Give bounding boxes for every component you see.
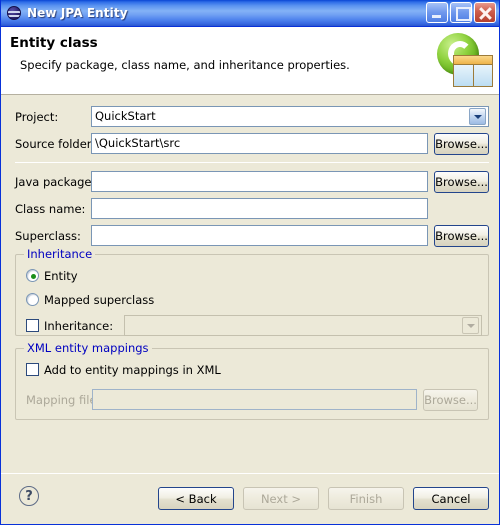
java-package-row: Java package: Browse... — [15, 170, 489, 193]
mapping-file-row: Mapping file: Browse... — [26, 388, 478, 411]
page-subtitle: Specify package, class name, and inherit… — [20, 58, 350, 72]
entity-radio-row[interactable]: Entity — [26, 267, 78, 284]
inheritance-check-row: Inheritance: — [26, 315, 483, 336]
section-divider — [15, 162, 489, 163]
java-package-label: Java package: — [15, 174, 96, 189]
entity-radio-label: Entity — [44, 268, 78, 283]
wizard-header: Entity class Specify package, class name… — [1, 27, 499, 95]
source-folder-row: Source folder: \QuickStart\src Browse... — [15, 132, 489, 155]
minimize-button[interactable] — [426, 2, 448, 23]
finish-button: Finish — [328, 487, 404, 510]
window-controls — [426, 2, 496, 23]
globe-icon — [6, 5, 22, 21]
mapped-superclass-radio-row[interactable]: Mapped superclass — [26, 291, 154, 308]
source-folder-input[interactable]: \QuickStart\src — [91, 133, 428, 154]
superclass-row: Superclass: Browse... — [15, 224, 489, 247]
jpa-entity-banner-icon — [437, 29, 495, 91]
project-combo[interactable]: QuickStart — [91, 106, 489, 127]
inheritance-checkbox-label: Inheritance: — [44, 318, 114, 333]
window-title: New JPA Entity — [27, 6, 128, 20]
inheritance-checkbox[interactable] — [26, 319, 39, 332]
close-button[interactable] — [474, 2, 496, 23]
class-name-input[interactable] — [91, 198, 428, 219]
superclass-browse-button[interactable]: Browse... — [434, 224, 489, 247]
mapping-file-label: Mapping file: — [26, 392, 101, 407]
add-to-mappings-row[interactable]: Add to entity mappings in XML — [26, 361, 221, 378]
next-button: Next > — [243, 487, 319, 510]
inheritance-strategy-combo — [124, 315, 483, 336]
help-icon[interactable]: ? — [19, 486, 39, 506]
back-button[interactable]: < Back — [158, 487, 234, 510]
mapped-superclass-radio-label: Mapped superclass — [44, 292, 155, 307]
superclass-input[interactable] — [91, 225, 428, 246]
project-row: Project: QuickStart — [15, 106, 489, 127]
footer-buttons: < Back Next > Finish Cancel — [158, 487, 489, 510]
chevron-down-icon[interactable] — [469, 108, 486, 125]
xml-mappings-group-label: XML entity mappings — [24, 341, 152, 355]
add-to-mappings-label: Add to entity mappings in XML — [44, 362, 221, 377]
footer-divider — [1, 473, 499, 474]
add-to-mappings-checkbox[interactable] — [26, 363, 39, 376]
superclass-label: Superclass: — [15, 228, 81, 243]
chevron-down-icon — [462, 317, 480, 334]
xml-entity-mappings-group: XML entity mappings Add to entity mappin… — [15, 341, 489, 420]
mapping-file-input — [92, 389, 417, 410]
java-package-input[interactable] — [91, 171, 428, 192]
new-jpa-entity-dialog: New JPA Entity Entity class Specify pack… — [0, 0, 500, 525]
mapping-file-browse-button: Browse... — [423, 388, 478, 411]
inheritance-group-label: Inheritance — [24, 247, 96, 261]
inheritance-group: Inheritance Entity Mapped superclass Inh… — [15, 247, 489, 336]
java-package-browse-button[interactable]: Browse... — [434, 170, 489, 193]
entity-radio[interactable] — [26, 269, 39, 282]
mapped-superclass-radio[interactable] — [26, 293, 39, 306]
dialog-body: Project: QuickStart Source folder: \Quic… — [1, 95, 499, 524]
project-value: QuickStart — [95, 109, 156, 123]
page-title: Entity class — [10, 35, 98, 51]
class-name-row: Class name: — [15, 198, 428, 219]
source-folder-browse-button[interactable]: Browse... — [434, 132, 489, 155]
cancel-button[interactable]: Cancel — [413, 487, 489, 510]
project-label: Project: — [15, 109, 59, 124]
source-folder-label: Source folder: — [15, 136, 96, 151]
maximize-button[interactable] — [450, 2, 472, 23]
class-name-label: Class name: — [15, 201, 86, 216]
title-bar: New JPA Entity — [1, 0, 499, 27]
